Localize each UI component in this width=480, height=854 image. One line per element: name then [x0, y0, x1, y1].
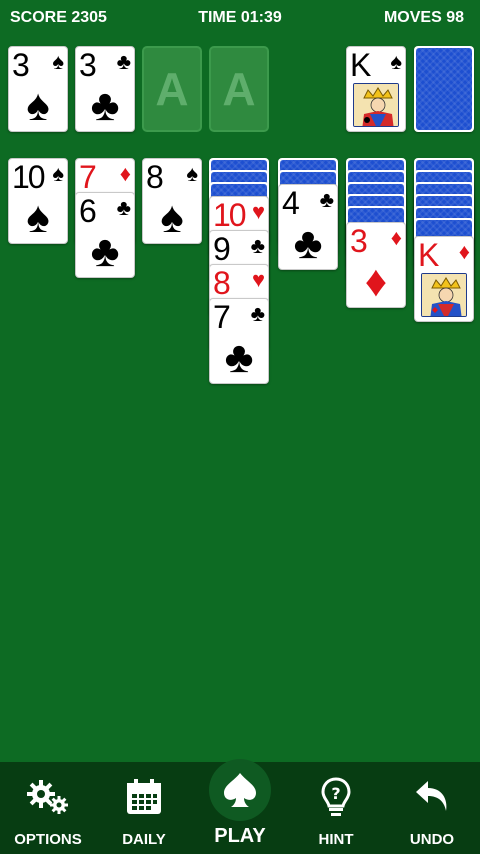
card-rank: 10	[12, 159, 46, 195]
foundation-ace-placeholder: A	[222, 63, 256, 115]
card-rank: 3	[350, 223, 368, 259]
foundation-3-spades[interactable]: 3 ♠ ♠	[8, 46, 68, 132]
undo-button[interactable]: UNDO	[384, 771, 480, 848]
undo-arrow-icon	[412, 771, 452, 823]
spade-icon: ♠	[52, 161, 64, 186]
time-label: TIME 01:39	[198, 9, 282, 26]
diamond-icon: ♦	[119, 161, 131, 186]
spade-icon: ♠	[52, 49, 64, 74]
undo-label: UNDO	[409, 831, 455, 848]
calendar-icon	[124, 771, 164, 823]
club-icon: ♣	[224, 333, 254, 382]
king-portrait	[421, 273, 467, 317]
club-icon: ♣	[116, 49, 131, 74]
card-rank: 8	[146, 159, 164, 195]
tableau-card-king-diamonds[interactable]: K ♦	[414, 236, 474, 322]
king-portrait	[353, 83, 399, 127]
foundation-empty-slot[interactable]: A	[142, 46, 202, 132]
gear-icon	[24, 771, 72, 823]
spade-icon: ♠	[26, 81, 50, 130]
svg-text:?: ?	[331, 784, 340, 803]
daily-button[interactable]: DAILY	[96, 771, 192, 848]
tableau-card-4-clubs[interactable]: 4 ♣ ♣	[278, 184, 338, 270]
card-rank: K	[350, 47, 371, 83]
card-rank: 3	[79, 47, 97, 83]
card-rank: 10	[213, 197, 247, 233]
tableau-card-6-clubs[interactable]: 6 ♣ ♣	[75, 192, 135, 278]
options-label: OPTIONS	[14, 831, 82, 848]
moves-label: MOVES 98	[383, 9, 464, 26]
play-label: PLAY	[214, 825, 266, 847]
tableau-card-7-clubs[interactable]: 7 ♣ ♣	[209, 298, 269, 384]
club-icon: ♣	[293, 219, 323, 268]
foundation-3-clubs[interactable]: 3 ♣ ♣	[75, 46, 135, 132]
card-rank: 9	[213, 231, 231, 267]
card-rank: 8	[213, 265, 231, 301]
card-rank: 4	[282, 185, 300, 221]
hint-label: HINT	[318, 831, 354, 848]
club-icon: ♣	[90, 227, 120, 276]
card-rank: 7	[79, 159, 97, 195]
foundation-ace-placeholder: A	[155, 63, 189, 115]
club-icon: ♣	[250, 301, 265, 326]
diamond-icon: ♦	[390, 225, 402, 250]
hint-button[interactable]: ? HINT	[288, 771, 384, 848]
card-rank: 7	[213, 299, 231, 335]
waste-king-spades[interactable]: K ♠	[346, 46, 406, 132]
spade-icon: ♠	[26, 193, 50, 242]
heart-icon: ♥	[251, 199, 265, 224]
status-bar: SCORE 2305 TIME 01:39 MOVES 98	[0, 0, 480, 36]
tableau-card-8-spades[interactable]: 8 ♠ ♠	[142, 158, 202, 244]
card-back	[416, 48, 472, 130]
tableau-card-3-diamonds[interactable]: 3 ♦ ♦	[346, 222, 406, 308]
club-icon: ♣	[116, 195, 131, 220]
tableau-card-10-spades[interactable]: 10 ♠ ♠	[8, 158, 68, 244]
lightbulb-question-icon: ?	[319, 771, 353, 823]
card-rank: K	[418, 237, 439, 273]
options-button[interactable]: OPTIONS	[0, 771, 96, 848]
foundation-empty-slot[interactable]: A	[209, 46, 269, 132]
spade-icon	[209, 759, 271, 821]
spade-icon: ♠	[186, 161, 198, 186]
score-label: SCORE 2305	[10, 9, 107, 26]
heart-icon: ♥	[251, 267, 265, 292]
club-icon: ♣	[250, 233, 265, 258]
diamond-icon: ♦	[364, 257, 388, 306]
club-icon: ♣	[90, 81, 120, 130]
bottom-toolbar: OPTIONS DAILY PLAY ? HINT UNDO	[0, 759, 480, 854]
spade-icon: ♠	[160, 193, 184, 242]
daily-label: DAILY	[122, 831, 166, 848]
card-rank: 6	[79, 193, 97, 229]
play-button[interactable]: PLAY	[192, 759, 288, 848]
diamond-icon: ♦	[458, 239, 470, 264]
spade-icon: ♠	[390, 49, 402, 74]
club-icon: ♣	[319, 187, 334, 212]
stock-pile[interactable]	[414, 46, 474, 132]
card-rank: 3	[12, 47, 30, 83]
